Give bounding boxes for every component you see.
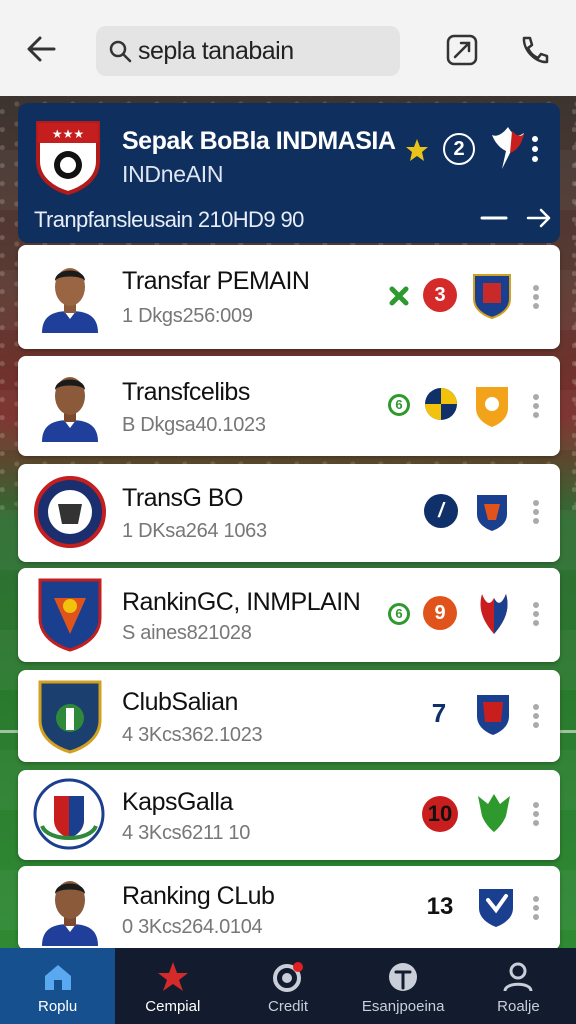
item-title: KapsGalla [122, 788, 233, 816]
league-title: Sepak BoBla INDMASIA [122, 127, 396, 155]
nav-label: Esanjpoeina [361, 998, 445, 1015]
item-meta: 4 3Kcs6211 10 [122, 822, 251, 844]
search-value: sepla tanabain [138, 36, 294, 65]
more-options-icon[interactable] [530, 894, 542, 922]
list-item[interactable]: RankinGC, INMPLAIN S aines821028 6 9 [18, 568, 560, 662]
star-icon[interactable] [404, 137, 430, 163]
item-meta: B Dkgsa40.1023 [122, 414, 266, 436]
club-crest-icon [38, 680, 102, 754]
club-shield-icon [476, 387, 508, 427]
garuda-emblem-icon [492, 127, 524, 169]
share-icon[interactable] [444, 32, 480, 68]
flame-emblem-icon [480, 594, 508, 634]
item-title: RankinGC, INMPLAIN [122, 588, 361, 616]
more-options-icon[interactable] [530, 600, 542, 628]
league-description: Tranpfansleusain 210HD9 90 [34, 207, 304, 232]
club-shield-icon [477, 695, 509, 735]
cross-icon [389, 286, 409, 306]
rank-number: 13 [426, 893, 454, 920]
list-item[interactable]: TransG BO 1 DKsa264 1063 / [18, 464, 560, 562]
small-badge: 6 [388, 394, 410, 416]
list-item[interactable]: ClubSalian 4 3Kcs362.1023 7 [18, 670, 560, 762]
ball-icon [389, 963, 418, 991]
rank-badge: 10 [422, 796, 458, 832]
item-title: TransG BO [122, 484, 244, 512]
club-crest-icon [34, 476, 106, 548]
nav-label: Roalje [497, 998, 540, 1015]
nav-label: Credit [268, 998, 309, 1015]
player-avatar [42, 377, 98, 442]
search-input[interactable]: sepla tanabain [96, 26, 400, 76]
rank-badge: 2 [443, 133, 475, 165]
player-avatar [42, 268, 98, 333]
nav-item-featured[interactable]: Cempial [115, 948, 230, 1024]
more-options-icon[interactable] [530, 283, 542, 311]
club-shield-icon [477, 495, 507, 531]
club-shield-icon [473, 274, 511, 319]
league-subtitle: INDneAIN [122, 161, 224, 187]
home-icon [44, 965, 71, 990]
leaf-emblem-icon [478, 794, 510, 832]
arrow-right-icon[interactable] [526, 207, 552, 229]
club-crest-icon [38, 578, 102, 652]
user-icon [503, 962, 533, 992]
item-title: ClubSalian [122, 688, 238, 716]
list-item[interactable]: KapsGalla 4 3Kcs6211 10 10 [18, 770, 560, 860]
svg-text:★★★: ★★★ [52, 127, 84, 141]
nav-item-credit[interactable]: Credit [230, 948, 345, 1024]
club-shield-icon [479, 889, 513, 927]
list-item[interactable]: Transfcelibs B Dkgsa40.1023 6 [18, 356, 560, 456]
item-meta: 1 Dkgs256:009 [122, 305, 253, 327]
club-crest-icon [33, 778, 105, 850]
bottom-navigation: Roplu Cempial Credit Esanjpoeina Roalje [0, 948, 576, 1024]
star-icon [157, 962, 188, 991]
more-options-icon[interactable] [530, 392, 542, 420]
item-meta: S aines821028 [122, 622, 252, 644]
top-app-bar: sepla tanabain [0, 0, 576, 96]
more-options-icon[interactable] [530, 800, 542, 828]
back-arrow-icon[interactable] [24, 34, 58, 64]
small-badge: 6 [388, 603, 410, 625]
item-meta: 1 DKsa264 1063 [122, 520, 267, 542]
rank-badge: 3 [423, 278, 457, 312]
item-title: Transfar PEMAIN [122, 267, 310, 295]
item-meta: 0 3Kcs264.0104 [122, 916, 263, 938]
item-title: Transfcelibs [122, 378, 250, 406]
rank-number: 7 [431, 698, 447, 728]
list-item[interactable]: Transfar PEMAIN 1 Dkgs256:009 3 [18, 245, 560, 349]
club-crest-icon: ★★★ [36, 121, 100, 195]
rank-badge: 9 [423, 596, 457, 630]
phone-icon[interactable] [516, 32, 552, 68]
item-title: Ranking CLub [122, 882, 275, 910]
league-header-card[interactable]: ★★★ Sepak BoBla INDMASIA INDneAIN Tranpf… [18, 103, 560, 243]
more-options-icon[interactable] [530, 702, 542, 730]
list-item[interactable]: Ranking CLub 0 3Kcs264.0104 13 [18, 866, 560, 950]
nav-label: Cempial [145, 998, 201, 1015]
nav-item-explore[interactable]: Esanjpoeina [346, 948, 461, 1024]
player-avatar [42, 881, 98, 946]
ball-icon [425, 388, 457, 420]
nav-label: Roplu [38, 998, 78, 1015]
more-options-icon[interactable] [530, 498, 542, 526]
minus-icon[interactable] [480, 211, 508, 225]
rank-badge: / [424, 494, 458, 528]
search-icon [109, 40, 132, 63]
more-options-icon[interactable] [528, 133, 542, 165]
notification-icon [273, 962, 303, 992]
item-meta: 4 3Kcs362.1023 [122, 724, 263, 746]
nav-item-home[interactable]: Roplu [0, 948, 116, 1024]
nav-item-profile[interactable]: Roalje [461, 948, 576, 1024]
